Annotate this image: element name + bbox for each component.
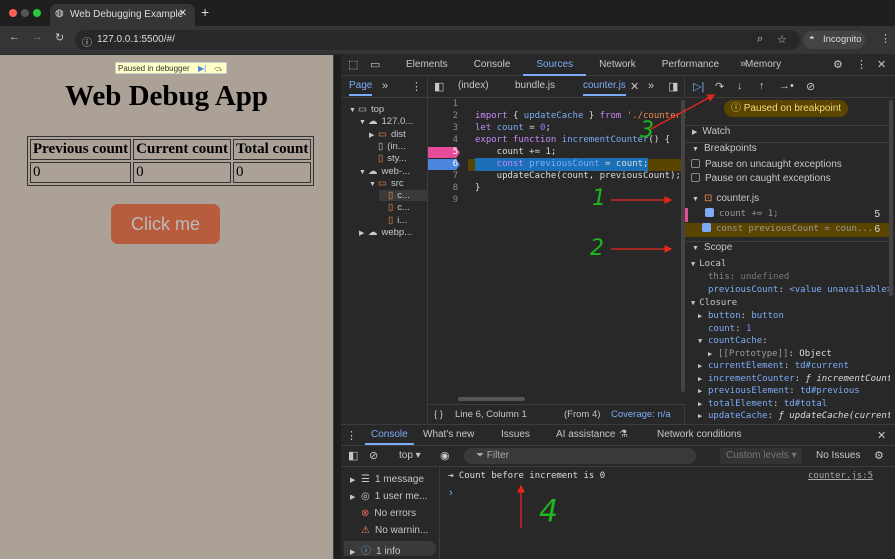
annotation-4: 4: [539, 494, 559, 529]
annotation-2: 2: [590, 236, 604, 261]
annotation-arrows: [517, 94, 716, 528]
annotation-3: 3: [640, 118, 654, 143]
arrow-3: [650, 94, 716, 130]
annotation-1: 1: [592, 186, 606, 211]
